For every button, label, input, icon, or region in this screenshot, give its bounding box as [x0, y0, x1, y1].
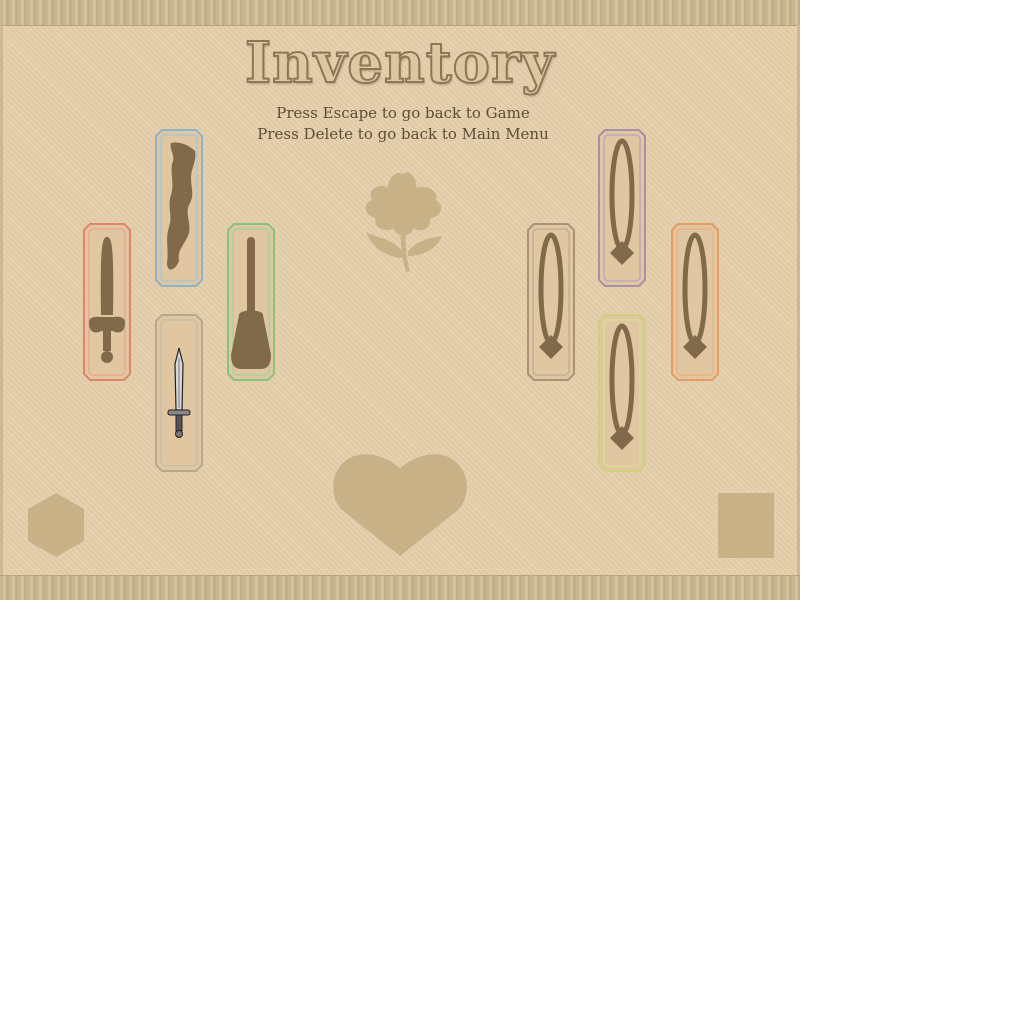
equipment-slot-green[interactable] — [227, 223, 275, 381]
equipment-slot-yellow[interactable] — [598, 314, 646, 472]
equipment-slot-orange[interactable] — [671, 223, 719, 381]
heart-icon — [333, 454, 467, 556]
hexagon-icon — [28, 493, 84, 557]
equipment-slot-blue[interactable] — [155, 129, 203, 287]
equipment-slot-tan[interactable] — [527, 223, 575, 381]
inventory-title: Inventory — [244, 29, 556, 97]
flower-icon — [365, 172, 442, 272]
escape-hint: Press Escape to go back to Game — [276, 104, 530, 122]
delete-hint: Press Delete to go back to Main Menu — [257, 125, 549, 143]
equipment-slot-gray[interactable] — [155, 314, 203, 472]
square-icon — [718, 493, 774, 558]
top-border — [0, 0, 800, 26]
bottom-border — [0, 575, 800, 600]
equipment-slot-red[interactable] — [83, 223, 131, 381]
inventory-screen: Inventory Press Escape to go back to Gam… — [0, 0, 800, 600]
equipment-slot-purple[interactable] — [598, 129, 646, 287]
